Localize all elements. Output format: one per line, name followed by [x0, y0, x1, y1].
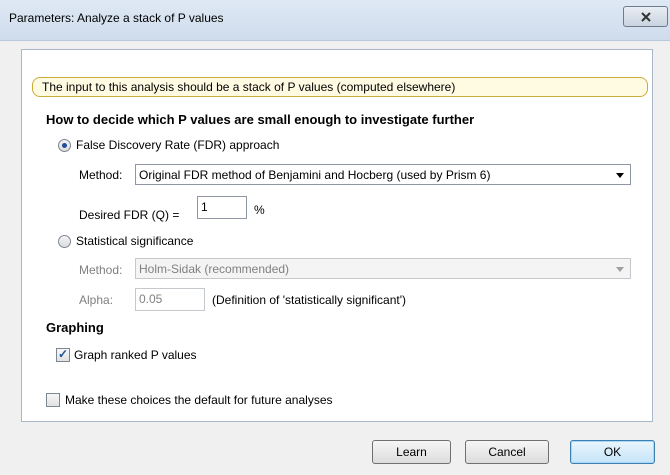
significance-method-value: Holm-Sidak (recommended)	[139, 262, 290, 276]
graph-ranked-checkbox[interactable]	[56, 347, 70, 362]
title-bar: Parameters: Analyze a stack of P values	[0, 0, 670, 41]
alpha-label: Alpha:	[79, 293, 114, 307]
graph-ranked-label[interactable]: Graph ranked P values	[74, 348, 197, 362]
close-button[interactable]	[623, 6, 668, 27]
fdr-method-value: Original FDR method of Benjamini and Hoc…	[139, 168, 491, 182]
learn-button[interactable]: Learn	[372, 440, 451, 464]
fdr-method-label: Method:	[79, 168, 123, 182]
window-title: Parameters: Analyze a stack of P values	[9, 11, 224, 25]
default-choices-label[interactable]: Make these choices the default for futur…	[65, 393, 333, 407]
decide-heading: How to decide which P values are small e…	[46, 112, 475, 127]
ok-button[interactable]: OK	[570, 440, 655, 464]
parameters-panel: The input to this analysis should be a s…	[21, 49, 653, 422]
default-choices-checkbox[interactable]	[46, 393, 60, 407]
chevron-down-icon	[616, 173, 624, 178]
close-x-icon	[640, 11, 651, 22]
fdr-method-select[interactable]: Original FDR method of Benjamini and Hoc…	[135, 164, 631, 185]
significance-method-select[interactable]: Holm-Sidak (recommended)	[135, 258, 631, 279]
info-banner: The input to this analysis should be a s…	[32, 77, 648, 97]
significance-method-label: Method:	[79, 263, 123, 277]
significance-label[interactable]: Statistical significance	[76, 234, 193, 248]
significance-radio[interactable]	[58, 235, 71, 248]
fdr-radio[interactable]	[58, 139, 71, 152]
alpha-note: (Definition of 'statistically significan…	[212, 293, 406, 307]
fdr-label[interactable]: False Discovery Rate (FDR) approach	[76, 138, 279, 152]
graphing-heading: Graphing	[46, 320, 104, 335]
cancel-button[interactable]: Cancel	[465, 440, 549, 464]
fdr-q-unit: %	[254, 203, 265, 217]
chevron-down-icon	[616, 267, 624, 272]
fdr-q-label: Desired FDR (Q) =	[79, 208, 180, 222]
alpha-input[interactable]: 0.05	[135, 288, 205, 311]
fdr-q-input[interactable]: 1	[197, 196, 247, 219]
